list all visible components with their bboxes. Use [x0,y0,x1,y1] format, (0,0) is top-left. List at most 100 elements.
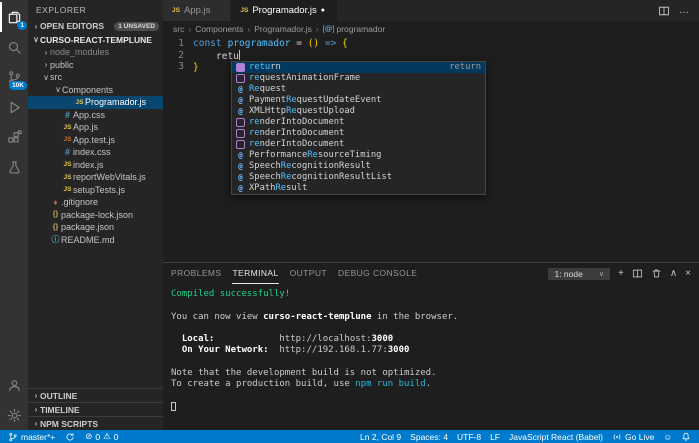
suggestion-item[interactable]: XPathResult [232,183,485,194]
tree-item[interactable]: App.js [28,121,163,134]
file-tree: › node_modules › public ∨ src ∨ Componen… [28,46,163,388]
go-live-item[interactable]: Go Live [612,432,654,442]
suggestion-label: renderIntoDocument [249,117,344,129]
search-icon [8,41,21,54]
indentation-item[interactable]: Spaces: 4 [410,432,448,442]
suggestion-kind-icon [236,85,245,94]
close-panel-icon[interactable]: × [685,268,691,279]
tree-item[interactable]: setupTests.js [28,184,163,197]
suggestion-item[interactable]: requestAnimationFrame [232,73,485,84]
suggestion-item[interactable]: PaymentRequestUpdateEvent [232,95,485,106]
file-type-icon [50,198,61,207]
panel-tab[interactable]: PROBLEMS [171,263,221,284]
tree-item[interactable]: reportWebVitals.js [28,171,163,184]
terminal-output[interactable]: Compiled successfully! You can now view … [163,284,699,430]
label-match: re [249,127,260,138]
split-editor-icon[interactable] [658,5,670,17]
sidebar-section-header[interactable]: › TIMELINE [28,402,163,416]
suggestion-item[interactable]: XMLHttpRequestUpload [232,106,485,117]
suggestion-item[interactable]: renderIntoDocument [232,128,485,139]
unsaved-badge: 1 UNSAVED [114,21,159,31]
breadcrumb-item[interactable]: programador [312,24,386,34]
bell-icon [682,432,690,441]
editor-tab[interactable]: Programador.js [231,0,338,21]
suggestion-item[interactable]: renderIntoDocument [232,117,485,128]
tree-item[interactable]: App.test.js [28,134,163,147]
breadcrumb-item[interactable]: Programador.js [243,24,312,34]
breadcrumb-item[interactable]: src [173,24,184,34]
tree-item[interactable]: App.css [28,109,163,122]
editor-actions: … [658,0,699,21]
activity-account[interactable] [0,370,28,400]
panel-tab[interactable]: DEBUG CONSOLE [338,263,417,284]
activity-source-control[interactable]: 10K [0,62,28,92]
errors-icon: ⊘ [85,431,93,441]
network-port: 3000 [387,345,410,356]
modified-dot-icon [321,7,328,14]
suggestion-item[interactable]: renderIntoDocument [232,139,485,150]
eol-item[interactable]: LF [490,432,500,442]
terminal-line: You can now view curso-react-templune in… [171,312,699,323]
activity-testing[interactable] [0,152,28,182]
terminal-picker[interactable]: 1: node ∨ [548,267,610,280]
editor-tab[interactable]: App.js [163,0,232,21]
tree-item[interactable]: › public [28,59,163,72]
tree-item[interactable]: › node_modules [28,46,163,59]
tree-item[interactable]: README.md [28,234,163,247]
panel-tab[interactable]: OUTPUT [290,263,327,284]
open-editors-header[interactable]: › OPEN EDITORS 1 UNSAVED [28,19,163,33]
cursor-position-item[interactable]: Ln 2, Col 9 [360,432,401,442]
problems-item[interactable]: ⊘ 0 ⚠ 0 [85,431,118,442]
tree-item[interactable]: ∨ Components [28,84,163,97]
activity-search[interactable] [0,32,28,62]
split-terminal-icon[interactable] [632,268,643,279]
label-post: questUpload [296,105,355,116]
label-post: nderIntoDocument [259,127,345,138]
language-mode-item[interactable]: JavaScript React (Babel) [509,432,603,442]
tree-item[interactable]: package.json [28,221,163,234]
suggestion-item[interactable]: return return [232,62,485,73]
git-branch-item[interactable]: master*+ [8,432,55,442]
file-type-icon [62,161,73,168]
activity-settings[interactable] [0,400,28,430]
sync-item[interactable] [65,432,75,442]
vscode-window: 1 10K EXPLORER › OPEN EDITORS 1 UNSAVED … [0,0,699,430]
feedback-item[interactable]: ☺ [663,432,672,442]
tree-item[interactable]: ∨ src [28,71,163,84]
maximize-panel-icon[interactable]: ∧ [670,268,677,279]
text: To create a production build, use [171,379,356,390]
file-name: App.js [73,122,99,133]
activity-explorer[interactable]: 1 [0,2,28,32]
sidebar-section-header[interactable]: › OUTLINE [28,388,163,402]
suggestion-item[interactable]: Request [232,84,485,95]
breadcrumb-item[interactable]: Components [184,24,243,34]
new-terminal-icon[interactable]: + [618,268,624,279]
identifier-token: programador [227,38,291,49]
suggestion-item[interactable]: PerformanceResourceTiming [232,150,485,161]
label-match: Re [286,94,297,105]
tree-item[interactable]: index.js [28,159,163,172]
sidebar-section-header[interactable]: › NPM SCRIPTS [28,416,163,430]
warnings-count: 0 [113,431,119,442]
activity-run-debug[interactable] [0,92,28,122]
tree-item[interactable]: index.css [28,146,163,159]
activity-extensions[interactable] [0,122,28,152]
more-actions-icon[interactable]: … [679,5,690,16]
code-editor[interactable]: 1 2 3 const programador = () => { retu } … [163,36,699,262]
workspace-root-folder[interactable]: ∨ CURSO-REACT-TEMPLUNE [28,33,163,46]
tree-item[interactable]: package-lock.json [28,209,163,222]
suggestion-item[interactable]: SpeechRecognitionResultList [232,172,485,183]
terminal-picker-value: 1: node [554,268,583,279]
folder-chevron-icon: › [44,60,48,70]
broadcast-icon [613,434,621,439]
local-url: http://localhost: [214,334,372,345]
notifications-item[interactable] [681,432,691,442]
suggestion-item[interactable]: SpeechRecognitionResult [232,161,485,172]
tree-item[interactable]: Programador.js [28,96,163,109]
kill-terminal-icon[interactable] [651,268,662,279]
code-line-1: const programador = () => { [193,38,699,50]
panel-tab[interactable]: TERMINAL [232,263,279,284]
tree-item[interactable]: .gitignore [28,196,163,209]
encoding-item[interactable]: UTF-8 [457,432,481,442]
